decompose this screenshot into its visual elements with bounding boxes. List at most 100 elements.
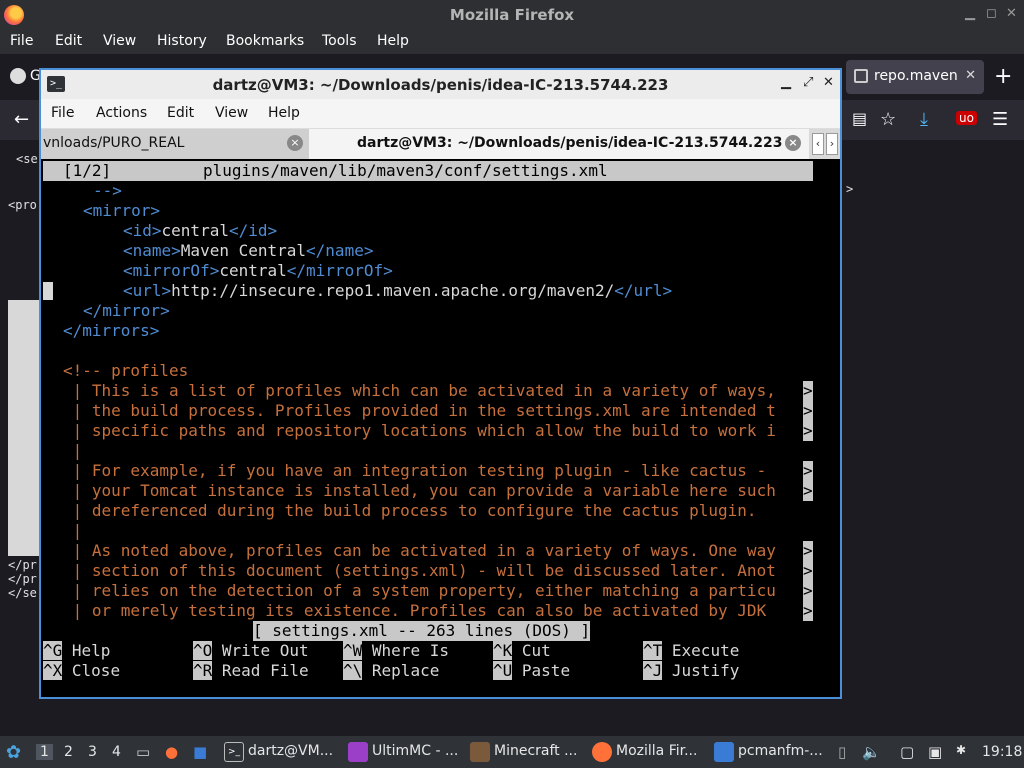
comment-end: -->	[93, 181, 122, 200]
content-fragment: <pro	[8, 198, 37, 212]
xml-mirror-close: </mirror>	[83, 301, 170, 320]
menu-help[interactable]: Help	[377, 33, 409, 49]
firefox-window-title: Mozilla Firefox	[449, 6, 575, 24]
tab-puro-real[interactable]: vnloads/PURO_REAL ×	[41, 129, 309, 159]
overflow-marker: >	[803, 581, 813, 601]
tab-label: vnloads/PURO_REAL	[43, 135, 185, 151]
terminal-menubar: File Actions Edit View Help	[41, 99, 840, 129]
clock: 19:18	[982, 744, 1023, 760]
shortcut-justify[interactable]: ^J Justify	[643, 661, 739, 681]
shortcut-write-out[interactable]: ^O Write Out	[193, 641, 309, 661]
buffer-index: [1/2]	[63, 161, 112, 180]
content-fragment: <se	[16, 152, 38, 166]
status-bar: [ settings.xml -- 263 lines (DOS) ]	[253, 621, 591, 641]
menu-help[interactable]: Help	[268, 105, 300, 121]
comment-line: | your Tomcat instance is installed, you…	[63, 481, 776, 500]
shortcut-help[interactable]: ^G Help	[43, 641, 110, 661]
content-fragment: </se	[8, 586, 37, 600]
menu-file[interactable]: File	[10, 33, 33, 49]
tab-label: repo.maven	[874, 68, 958, 84]
clipboard-icon[interactable]: ▢	[900, 743, 914, 761]
shortcut-cut[interactable]: ^K Cut	[493, 641, 551, 661]
comment-line: | This is a list of profiles which can b…	[63, 381, 776, 400]
desktop-launcher-icon[interactable]: ■	[193, 743, 207, 761]
close-icon[interactable]: ✕	[823, 75, 834, 90]
page-icon	[854, 69, 868, 83]
task-overflow-icon[interactable]: ▯	[838, 743, 846, 761]
terminal-window-title: dartz@VM3: ~/Downloads/penis/idea-IC-213…	[212, 76, 669, 94]
new-tab-button[interactable]: +	[994, 64, 1012, 89]
xml-mirror-open: <mirror>	[83, 201, 161, 220]
menu-view[interactable]: View	[103, 33, 136, 49]
shortcut-where-is[interactable]: ^W Where Is	[343, 641, 449, 661]
task-label: dartz@VM...	[248, 743, 334, 759]
xml-id-line: <id>central</id>	[123, 221, 278, 240]
text-cursor	[43, 282, 53, 300]
minimize-icon[interactable]: ▁	[965, 6, 975, 21]
shortcut-close[interactable]: ^X Close	[43, 661, 120, 681]
comment-line: | the build process. Profiles provided i…	[63, 401, 776, 420]
workspace-4[interactable]: 4	[112, 744, 121, 760]
minimize-icon[interactable]: ▁	[781, 75, 791, 90]
menu-file[interactable]: File	[51, 105, 74, 121]
menu-history[interactable]: History	[157, 33, 207, 49]
overflow-marker: >	[803, 541, 813, 561]
scroll-tabs-left-icon[interactable]: ‹	[812, 133, 824, 155]
menu-edit[interactable]: Edit	[55, 33, 82, 49]
content-block	[8, 300, 40, 556]
task-label: Mozilla Fir...	[616, 743, 698, 759]
xml-mirrorof-line: <mirrorOf>central</mirrorOf>	[123, 261, 393, 280]
maximize-icon[interactable]: ◻	[986, 6, 997, 21]
tab-close-icon[interactable]: ×	[287, 135, 303, 151]
menu-actions[interactable]: Actions	[96, 105, 147, 121]
terminal-window[interactable]: >_ dartz@VM3: ~/Downloads/penis/idea-IC-…	[39, 68, 842, 699]
hamburger-menu-icon[interactable]: ☰	[992, 109, 1008, 130]
file-manager-launcher-icon[interactable]: ▭	[136, 743, 150, 761]
volume-icon[interactable]: 🔈	[862, 743, 881, 761]
nano-editor[interactable]: [1/2] plugins/maven/lib/maven3/conf/sett…	[43, 161, 839, 695]
tab-repo-maven[interactable]: repo.maven ✕	[846, 60, 984, 94]
shortcut-execute[interactable]: ^T Execute	[643, 641, 739, 661]
tab-idea[interactable]: dartz@VM3: ~/Downloads/penis/idea-IC-213…	[309, 129, 809, 159]
overflow-marker: >	[803, 461, 813, 481]
workspace-1[interactable]: 1	[36, 744, 53, 760]
download-icon[interactable]: ⤓	[920, 109, 928, 130]
comment-line: |	[63, 521, 83, 540]
shortcut-replace[interactable]: ^\ Replace	[343, 661, 439, 681]
overflow-marker: >	[803, 561, 813, 581]
terminal-titlebar[interactable]: >_ dartz@VM3: ~/Downloads/penis/idea-IC-…	[41, 70, 840, 99]
scroll-tabs-right-icon[interactable]: ›	[826, 133, 838, 155]
maximize-icon[interactable]: ⤢	[803, 75, 813, 90]
bookmark-star-icon[interactable]: ☆	[880, 109, 896, 130]
menu-view[interactable]: View	[215, 105, 248, 121]
menu-bookmarks[interactable]: Bookmarks	[226, 33, 304, 49]
tab-close-icon[interactable]: ✕	[965, 68, 976, 83]
workspace-2[interactable]: 2	[64, 744, 73, 760]
comment-line: | or merely testing its existence. Profi…	[63, 601, 767, 620]
terminal-icon: >_	[224, 742, 244, 762]
reader-view-icon[interactable]: ▤	[852, 109, 867, 128]
overflow-marker: >	[803, 381, 813, 401]
back-arrow-icon[interactable]: ←	[14, 109, 29, 130]
firefox-launcher-icon[interactable]: ●	[165, 743, 178, 761]
shortcut-read-file[interactable]: ^R Read File	[193, 661, 309, 681]
overflow-marker: >	[803, 601, 813, 621]
tab-close-icon[interactable]: ×	[785, 135, 801, 151]
overflow-marker: >	[803, 401, 813, 421]
close-icon[interactable]: ✕	[1006, 6, 1017, 21]
xml-mirrors-close: </mirrors>	[63, 321, 160, 340]
menu-edit[interactable]: Edit	[167, 105, 194, 121]
xml-name-line: <name>Maven Central</name>	[123, 241, 374, 260]
ublock-icon[interactable]: uo	[956, 111, 977, 125]
start-menu-icon[interactable]: ✿	[6, 742, 21, 763]
terminal-tabbar: vnloads/PURO_REAL × dartz@VM3: ~/Downloa…	[41, 129, 840, 159]
network-icon[interactable]: ▣	[928, 743, 942, 761]
workspace-3[interactable]: 3	[88, 744, 97, 760]
github-icon[interactable]	[10, 68, 26, 84]
task-label: pcmanfm-...	[738, 743, 823, 759]
notification-icon[interactable]: ✱	[956, 743, 966, 757]
shortcut-paste[interactable]: ^U Paste	[493, 661, 570, 681]
taskbar: ✿ 1 2 3 4 ▭ ● ■ >_ dartz@VM... UltimMC -…	[0, 736, 1024, 768]
folder-icon	[714, 742, 734, 762]
menu-tools[interactable]: Tools	[322, 33, 357, 49]
